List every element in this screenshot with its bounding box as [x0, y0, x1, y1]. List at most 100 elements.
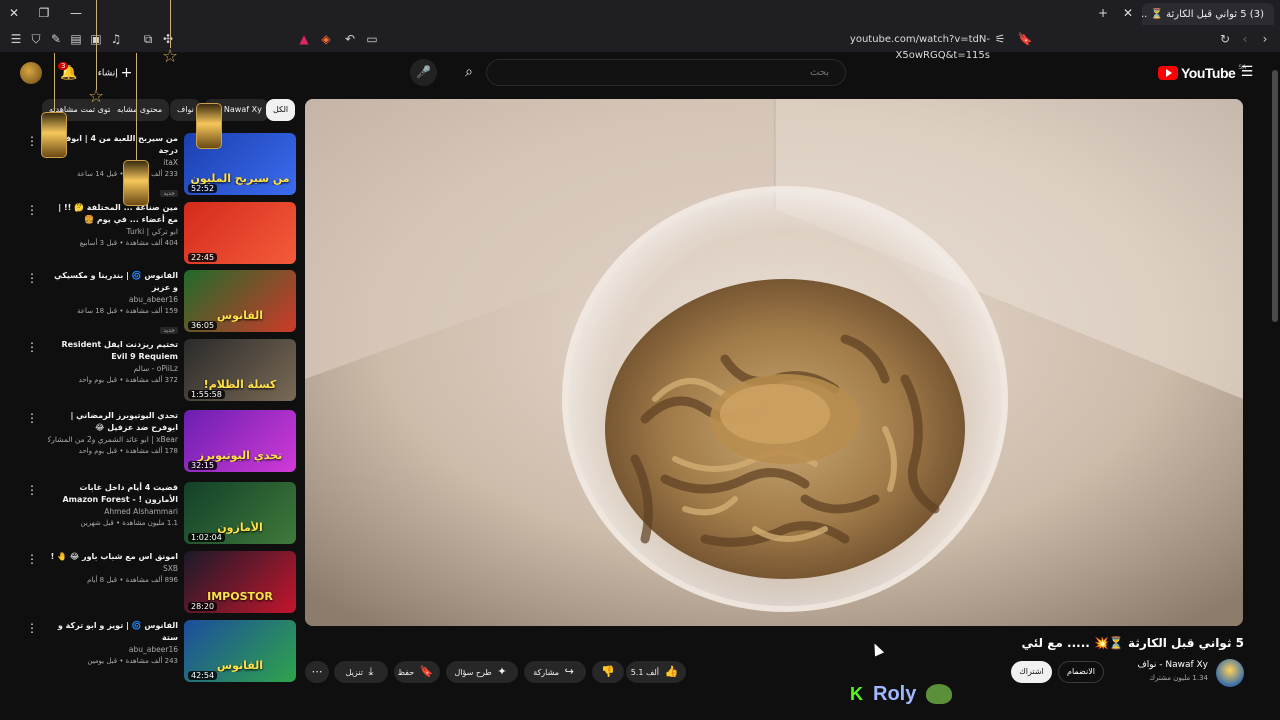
- join-button[interactable]: الانضمام: [1058, 661, 1104, 683]
- ask-label: طرح سؤال: [454, 668, 492, 677]
- chip-all[interactable]: الكل: [266, 99, 296, 121]
- video-thumbnail[interactable]: 22:45: [184, 202, 296, 264]
- ask-button[interactable]: طرح سؤال ✦: [446, 661, 518, 683]
- restore-window-icon[interactable]: ❐: [34, 4, 54, 22]
- view-count: 896 ألف مشاهدة • قبل 8 أيام: [87, 576, 178, 584]
- share-button[interactable]: مشاركة ↪: [524, 661, 586, 683]
- video-thumbnail[interactable]: كسلة الظلام! 1:55:58: [184, 339, 296, 401]
- extensions-icon[interactable]: ✣: [160, 31, 176, 47]
- close-tab-icon[interactable]: ✕: [1118, 4, 1138, 22]
- recommendation-item[interactable]: من سيربح المليون 52:52 من سيربح اللعبة م…: [26, 133, 296, 197]
- recommendation-item[interactable]: كسلة الظلام! 1:55:58 تختيم ريزدنت ايفل R…: [26, 339, 296, 403]
- dislike-button[interactable]: 👎: [592, 661, 624, 683]
- lantern-icon: [196, 103, 222, 149]
- tab-active[interactable]: (3) 5 ثواني قبل الكارثة ⏳ ...: [1142, 3, 1274, 25]
- video-title[interactable]: تختيم ريزدنت ايفل Resident Evil 9 Requie…: [48, 339, 178, 363]
- guide-menu-icon[interactable]: ☰: [1238, 63, 1256, 81]
- chip-similar-content[interactable]: محتوى مشابه: [110, 99, 170, 121]
- view-count: 243 ألف مشاهدة • قبل يومين: [87, 657, 178, 665]
- bookmark-icon[interactable]: 🔖: [1017, 31, 1033, 47]
- more-vertical-icon[interactable]: ⋮: [26, 204, 38, 216]
- create-button[interactable]: إنشاء +: [92, 61, 138, 85]
- music-icon[interactable]: ♫: [108, 31, 124, 47]
- more-vertical-icon[interactable]: ⋮: [26, 553, 38, 565]
- reload-icon[interactable]: ↻: [1217, 31, 1233, 47]
- forward-icon[interactable]: ›: [1257, 31, 1273, 47]
- video-thumbnail[interactable]: الفانوس 36:05: [184, 270, 296, 332]
- cast-icon[interactable]: ▭: [364, 31, 380, 47]
- video-title[interactable]: قضيت 4 أيام داخل غابات الأمازون ! - Amaz…: [48, 482, 178, 506]
- voice-search-mic-icon[interactable]: 🎤: [410, 59, 437, 86]
- channel-name[interactable]: abu_abeer16: [48, 644, 178, 656]
- channel-name[interactable]: itaX: [48, 157, 178, 169]
- recommendation-item[interactable]: تحدي اليوتيوبرز 32:15 تحدي اليوتيوبرز ال…: [26, 410, 296, 474]
- reader-icon[interactable]: ▤: [68, 31, 84, 47]
- close-window-icon[interactable]: ✕: [4, 4, 24, 22]
- channel-name[interactable]: Ahmed Alshammari: [48, 506, 178, 518]
- scrollbar-thumb[interactable]: [1272, 70, 1278, 322]
- screenshot-icon[interactable]: ⧉: [140, 31, 156, 47]
- video-meta: مين صناعة ... المختلفة 🤔 !! | مع أعضاء .…: [48, 202, 178, 249]
- share-icon: ↪: [564, 665, 574, 678]
- minimize-window-icon[interactable]: —: [66, 4, 86, 22]
- channel-name[interactable]: SXB: [48, 563, 178, 575]
- lantern-string: [96, 0, 97, 90]
- new-tab-icon[interactable]: +: [1093, 4, 1113, 22]
- shield-icon[interactable]: ⛉: [28, 31, 44, 47]
- more-vertical-icon[interactable]: ⋮: [26, 484, 38, 496]
- lantern-icon: [41, 112, 67, 158]
- more-vertical-icon[interactable]: ⋮: [26, 341, 38, 353]
- url-bar[interactable]: youtube.com/watch?v=tdN-X5owRGQ&t=115s: [760, 32, 990, 61]
- more-vertical-icon[interactable]: ⋮: [26, 135, 38, 147]
- recommendation-item[interactable]: IMPOSTOR 28:20 امونق اس مع شباب باور 😂 🤚…: [26, 551, 296, 615]
- youtube-logo[interactable]: YouTube SA: [1158, 64, 1246, 82]
- channel-name[interactable]: oPiiLz - سالم: [48, 363, 178, 375]
- recommendation-item[interactable]: 22:45 مين صناعة ... المختلفة 🤔 !! | مع أ…: [26, 202, 296, 266]
- channel-name[interactable]: Nawaf Xy - نواف: [1100, 660, 1208, 670]
- browser-menu-icon[interactable]: ☰: [8, 31, 24, 47]
- video-title[interactable]: امونق اس مع شباب باور 😂 🤚 !: [48, 551, 178, 563]
- pen-icon[interactable]: ✎: [48, 31, 64, 47]
- more-vertical-icon[interactable]: ⋮: [26, 272, 38, 284]
- triangle-warning-icon[interactable]: ▲: [296, 31, 312, 47]
- brave-shield-icon[interactable]: ◈: [318, 31, 334, 47]
- back-icon[interactable]: ‹: [1237, 31, 1253, 47]
- search-icon[interactable]: ⌕: [452, 59, 486, 86]
- video-title[interactable]: من سيربح اللعبة من 4 | ابوفلة و درجة: [48, 133, 178, 157]
- channel-avatar[interactable]: [1216, 659, 1244, 687]
- channel-name[interactable]: xBear | ابو عائد الشمري و2 من المشاركين …: [48, 434, 178, 446]
- video-thumbnail[interactable]: الأمازون 1:02:04: [184, 482, 296, 544]
- browser-tab-strip: ✕ ❐ — + (3) 5 ثواني قبل الكارثة ⏳ ... ✕: [0, 0, 1280, 27]
- download-button[interactable]: تنزيل ⤓: [334, 661, 388, 683]
- avatar[interactable]: [20, 62, 42, 84]
- undo-icon[interactable]: ↶: [342, 31, 358, 47]
- download-label: تنزيل: [345, 668, 363, 677]
- save-label: حفظ: [397, 668, 415, 677]
- star-ornament-icon: ☆: [162, 46, 179, 67]
- video-player[interactable]: [305, 99, 1243, 626]
- like-button[interactable]: 5.1 ألف 👍: [626, 661, 686, 683]
- video-title[interactable]: الفانوس 🌀 | تويز و ابو تركة و ستة: [48, 620, 178, 644]
- more-horizontal-icon: ⋯: [311, 665, 323, 678]
- video-title[interactable]: مين صناعة ... المختلفة 🤔 !! | مع أعضاء .…: [48, 202, 178, 226]
- recommendation-item[interactable]: الأمازون 1:02:04 قضيت 4 أيام داخل غابات …: [26, 482, 296, 546]
- recommendation-item[interactable]: الفانوس 42:54 الفانوس 🌀 | تويز و ابو ترك…: [26, 620, 296, 684]
- channel-name[interactable]: abu_abeer16: [48, 294, 178, 306]
- video-duration: 52:52: [188, 184, 218, 193]
- channel-name[interactable]: ابو تركي | Turki: [48, 226, 179, 238]
- search-input[interactable]: [486, 59, 846, 86]
- view-count: 1.1 مليون مشاهدة • قبل شهرين: [80, 519, 178, 527]
- save-button[interactable]: حفظ 🔖: [394, 661, 440, 683]
- more-vertical-icon[interactable]: ⋮: [26, 412, 38, 424]
- video-thumbnail[interactable]: IMPOSTOR 28:20: [184, 551, 296, 613]
- recommendation-item[interactable]: الفانوس 36:05 الفانوس 🌀 | بندرينا و مكسي…: [26, 270, 296, 334]
- video-title[interactable]: تحدي اليوتيوبرز الرمضاني | ابوفرح ضد عزف…: [48, 410, 178, 434]
- video-thumbnail[interactable]: تحدي اليوتيوبرز 32:15: [184, 410, 296, 472]
- video-thumbnail[interactable]: الفانوس 42:54: [184, 620, 296, 682]
- subscribe-button[interactable]: اشتراك: [1011, 661, 1052, 683]
- new-badge: جديد: [160, 190, 178, 197]
- more-actions-button[interactable]: ⋯: [305, 661, 329, 683]
- video-title[interactable]: الفانوس 🌀 | بندرينا و مكسيكي و عزيز: [48, 270, 178, 294]
- site-settings-icon[interactable]: ⚟: [992, 31, 1008, 47]
- more-vertical-icon[interactable]: ⋮: [26, 622, 38, 634]
